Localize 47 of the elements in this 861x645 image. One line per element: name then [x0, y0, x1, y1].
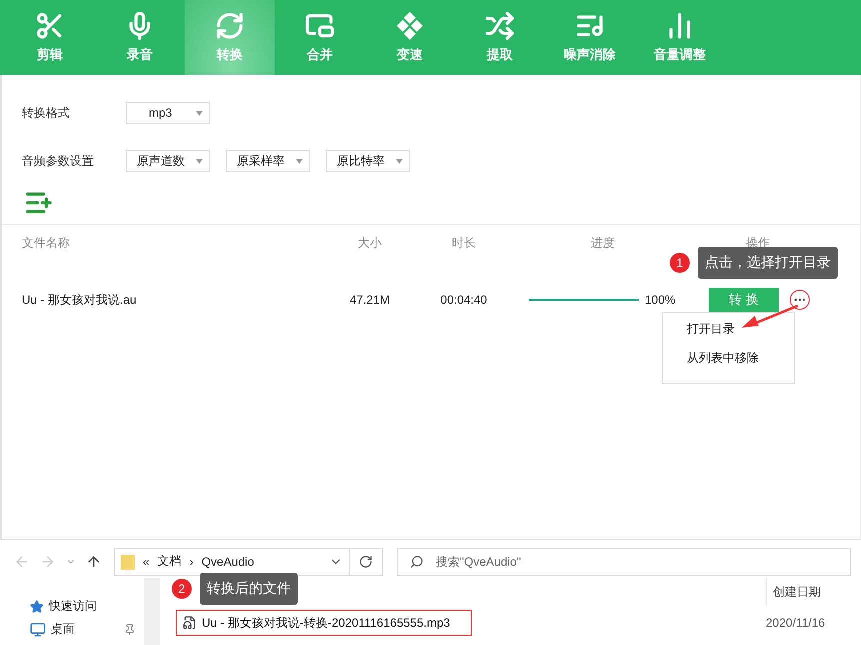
column-header: 文件名称	[22, 235, 71, 252]
more-button[interactable]	[790, 290, 810, 310]
file-size: 47.21M	[348, 293, 392, 307]
refresh-icon	[215, 11, 245, 41]
diamonds-icon	[395, 11, 425, 41]
param-select[interactable]: 原声道数	[126, 150, 210, 172]
path-segment[interactable]: 文档	[158, 553, 182, 570]
callout-tooltip: 转换后的文件	[200, 573, 298, 605]
callout-tooltip: 点击，选择打开目录	[698, 247, 838, 279]
star-icon	[30, 600, 44, 614]
sidebar-item[interactable]: 桌面	[30, 621, 144, 638]
dropdown-arrow-icon	[196, 158, 203, 164]
column-header: 时长	[451, 235, 477, 252]
annotation-arrow	[740, 305, 800, 330]
refresh-button[interactable]	[350, 548, 383, 576]
search-field[interactable]: 搜索"QveAudio"	[397, 548, 851, 576]
column-header: 创建日期	[766, 578, 861, 606]
sidebar-item[interactable]: 快速访问	[30, 598, 144, 615]
menu-item[interactable]: 打开目录	[663, 315, 794, 344]
shuffle-icon	[485, 11, 515, 41]
up-icon[interactable]	[86, 554, 102, 570]
progress-text: 100%	[645, 293, 676, 307]
step-badge: 1	[670, 253, 690, 273]
refresh-icon	[359, 554, 373, 568]
folder-icon	[121, 554, 135, 570]
file-duration: 00:04:40	[440, 293, 488, 307]
format-select[interactable]: mp3	[126, 102, 210, 124]
format-label: 转换格式	[22, 104, 71, 122]
menu-item[interactable]: 从列表中移除	[663, 344, 794, 373]
monitor-icon	[30, 622, 46, 638]
path-separator: ›	[190, 554, 194, 568]
column-header: 进度	[590, 235, 616, 252]
param-select[interactable]: 原比特率	[326, 150, 410, 172]
dropdown-arrow-icon	[296, 158, 303, 164]
path-prefix: «	[143, 554, 150, 568]
param-select[interactable]: 原采样率	[226, 150, 310, 172]
file-item[interactable]: Uu - 那女孩对我说-转换-20201116165555.mp3	[176, 610, 472, 636]
path-segment[interactable]: QveAudio	[202, 554, 254, 568]
file-name: Uu - 那女孩对我说.au	[22, 292, 138, 308]
pin-icon[interactable]	[124, 624, 136, 636]
file-date: 2020/11/16	[766, 616, 826, 630]
audio-file-icon	[183, 616, 197, 630]
column-header: 大小	[357, 235, 383, 252]
search-icon	[410, 554, 424, 568]
dropdown-arrow-icon	[196, 110, 203, 116]
params-label: 音频参数设置	[22, 152, 95, 170]
dropdown-arrow-icon	[396, 158, 403, 164]
